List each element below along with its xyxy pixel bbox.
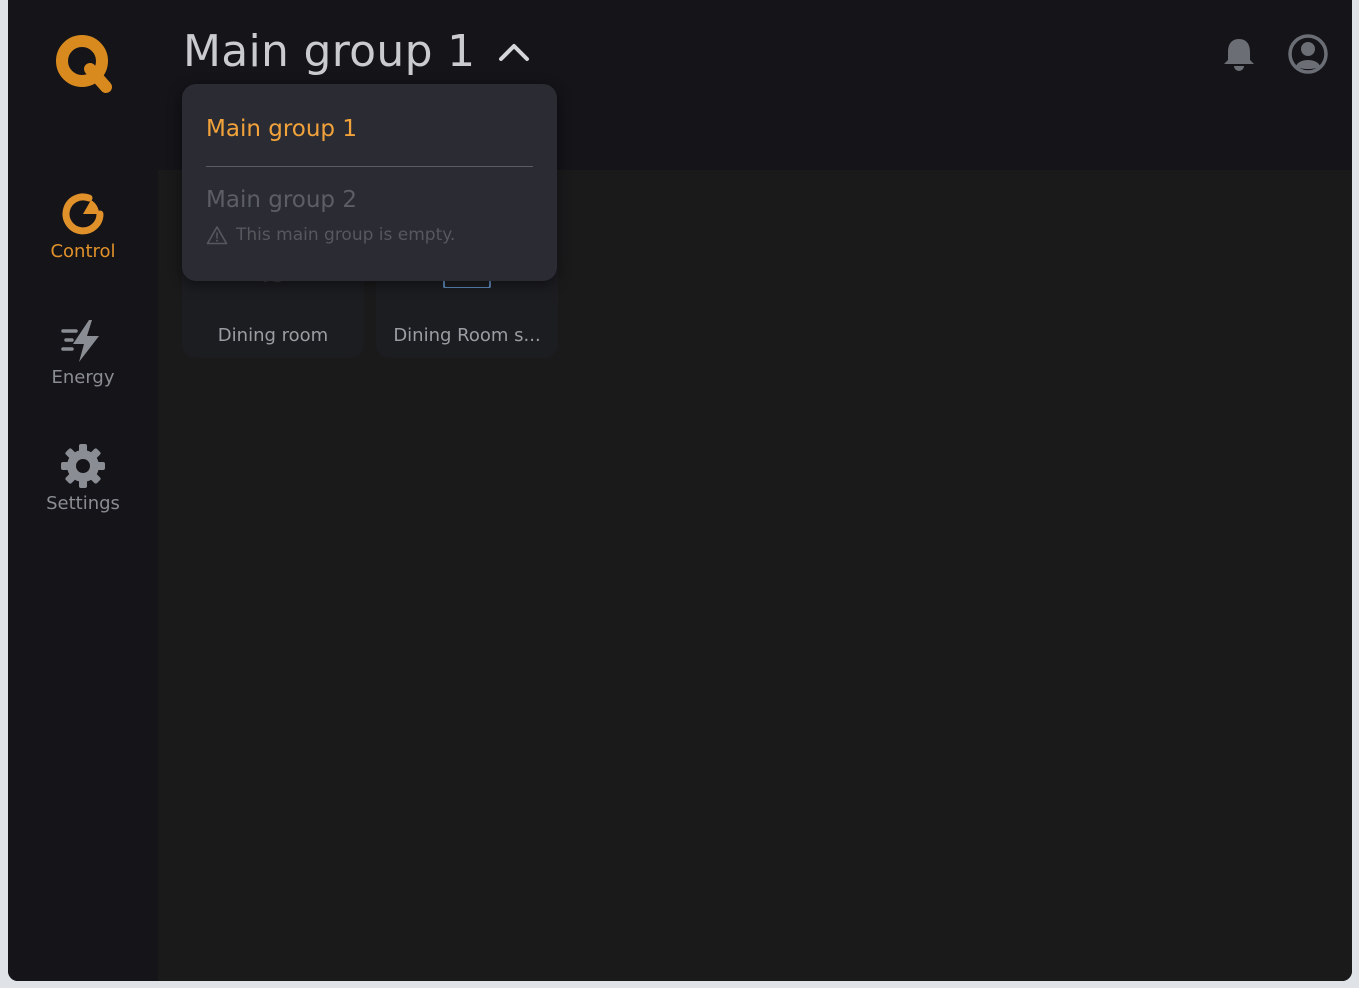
- account-icon[interactable]: [1288, 34, 1328, 74]
- tile-label: Dining room: [217, 325, 329, 346]
- warning-icon: [206, 226, 228, 245]
- gear-icon: [61, 444, 105, 488]
- empty-group-note: This main group is empty.: [206, 225, 455, 245]
- sidebar-item-label: Control: [50, 241, 116, 262]
- control-icon: [62, 193, 104, 235]
- empty-group-note-text: This main group is empty.: [236, 225, 456, 245]
- sidebar-item-control[interactable]: Control: [8, 190, 158, 262]
- chevron-up-icon: [499, 43, 530, 61]
- sidebar-item-settings[interactable]: Settings: [8, 442, 158, 514]
- app-window: Control Energy Settings Main group 1 Din…: [8, 0, 1352, 981]
- dropdown-divider: [206, 166, 533, 167]
- main-group-dropdown: Main group 1 Main group 2 This main grou…: [182, 84, 557, 281]
- content-area: Dining room Dining Room s...: [158, 170, 1352, 981]
- sidebar-item-energy[interactable]: Energy: [8, 316, 158, 388]
- energy-bolt-icon: [61, 320, 99, 362]
- sidebar-item-label: Energy: [51, 367, 115, 388]
- page-title: Main group 1: [183, 26, 476, 77]
- tile-label: Dining Room s...: [393, 325, 541, 346]
- sidebar: Control Energy Settings: [8, 0, 158, 981]
- dropdown-item-main-group-2[interactable]: Main group 2: [206, 187, 357, 213]
- main-group-selector[interactable]: Main group 1: [183, 26, 531, 77]
- dropdown-item-main-group-1[interactable]: Main group 1: [206, 116, 357, 142]
- bell-icon[interactable]: [1222, 36, 1256, 72]
- sidebar-item-label: Settings: [46, 493, 120, 514]
- q-logo-icon[interactable]: [54, 33, 116, 93]
